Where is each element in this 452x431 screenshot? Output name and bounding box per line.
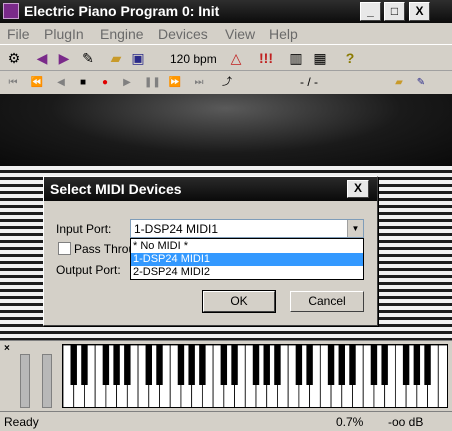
- piano-keyboard[interactable]: [62, 344, 448, 408]
- metronome-icon[interactable]: △: [226, 48, 246, 68]
- black-key[interactable]: [113, 345, 120, 385]
- forward-end-icon[interactable]: ⏭: [192, 75, 206, 91]
- tempo-display[interactable]: 120 bpm: [170, 52, 217, 66]
- black-key[interactable]: [70, 345, 77, 385]
- dialog-close-button[interactable]: X: [347, 180, 369, 198]
- black-key[interactable]: [199, 345, 206, 385]
- dropdown-option-selected[interactable]: 1-DSP24 MIDI1: [131, 253, 363, 266]
- keyboard-icon[interactable]: ▥: [286, 48, 306, 68]
- keyboard-area: ×: [0, 340, 452, 411]
- dialog-title: Select MIDI Devices: [50, 181, 182, 197]
- edit-icon[interactable]: ✎: [78, 48, 98, 68]
- black-key[interactable]: [124, 345, 131, 385]
- cpu-usage: 0.7%: [336, 415, 364, 429]
- black-key[interactable]: [145, 345, 152, 385]
- open-folder-icon[interactable]: ▰: [106, 48, 126, 68]
- black-key[interactable]: [231, 345, 238, 385]
- pitch-wheel[interactable]: [20, 354, 30, 408]
- forward-arrow-icon[interactable]: ▶: [54, 48, 74, 68]
- fast-forward-icon[interactable]: ⏩: [168, 75, 182, 91]
- white-key[interactable]: [437, 345, 448, 408]
- black-key[interactable]: [156, 345, 163, 385]
- app-icon[interactable]: [3, 3, 19, 19]
- loop-icon[interactable]: ⤴: [220, 75, 234, 91]
- output-port-label: Output Port:: [56, 263, 121, 277]
- rewind-icon[interactable]: ⏪: [30, 75, 44, 91]
- black-key[interactable]: [81, 345, 88, 385]
- minimize-button[interactable]: _: [360, 2, 381, 21]
- pass-through-checkbox[interactable]: [58, 242, 71, 255]
- black-key[interactable]: [102, 345, 110, 385]
- piano-lid-graphic: [0, 94, 452, 166]
- black-key[interactable]: [327, 345, 335, 385]
- status-text: Ready: [4, 415, 39, 429]
- window-title: Electric Piano Program 0: Init: [24, 3, 220, 19]
- menu-bar: File PlugIn Engine Devices View Help: [0, 23, 452, 44]
- maximize-button[interactable]: □: [384, 2, 405, 21]
- stop-icon[interactable]: ■: [76, 75, 90, 91]
- close-button[interactable]: X: [409, 2, 430, 21]
- edit-file-icon[interactable]: ✎: [414, 75, 428, 91]
- black-key[interactable]: [252, 345, 260, 385]
- chevron-down-icon[interactable]: ▼: [347, 220, 363, 237]
- open-file-icon[interactable]: ▰: [392, 75, 406, 91]
- title-bar[interactable]: Electric Piano Program 0: Init _ □ X: [0, 0, 452, 23]
- black-key[interactable]: [295, 345, 303, 385]
- black-key[interactable]: [306, 345, 313, 385]
- menu-plugin[interactable]: PlugIn: [44, 26, 84, 42]
- black-key[interactable]: [177, 345, 185, 385]
- black-key[interactable]: [188, 345, 195, 385]
- pass-through-label: Pass Throu: [74, 242, 136, 256]
- dialog-title-bar[interactable]: Select MIDI Devices X: [44, 177, 377, 201]
- black-key[interactable]: [424, 345, 431, 385]
- menu-engine[interactable]: Engine: [100, 26, 144, 42]
- black-key[interactable]: [274, 345, 281, 385]
- cancel-button[interactable]: Cancel: [290, 291, 364, 312]
- black-key[interactable]: [413, 345, 421, 385]
- black-key[interactable]: [381, 345, 388, 385]
- mod-wheel[interactable]: [42, 354, 52, 408]
- back-arrow-icon[interactable]: ◀: [32, 48, 52, 68]
- close-keyboard-icon[interactable]: ×: [4, 343, 10, 354]
- step-back-icon[interactable]: ◀: [54, 75, 68, 91]
- black-key[interactable]: [263, 345, 270, 385]
- menu-file[interactable]: File: [7, 26, 30, 42]
- menu-help[interactable]: Help: [269, 26, 298, 42]
- transport-bar: ⏮ ⏪ ◀ ■ ● ▶ ❚❚ ⏩ ⏭ ⤴ - / - ▰ ✎: [0, 70, 452, 94]
- panic-icon[interactable]: !!!: [256, 48, 276, 68]
- black-key[interactable]: [370, 345, 378, 385]
- input-port-value: 1-DSP24 MIDI1: [134, 222, 219, 236]
- output-level: -oo dB: [388, 415, 424, 429]
- black-key[interactable]: [220, 345, 228, 385]
- black-key[interactable]: [402, 345, 410, 385]
- rewind-start-icon[interactable]: ⏮: [6, 75, 20, 91]
- settings-icon[interactable]: ⚙: [4, 48, 24, 68]
- ok-button[interactable]: OK: [202, 290, 276, 313]
- menu-view[interactable]: View: [225, 26, 255, 42]
- status-bar: Ready 0.7% -oo dB: [0, 411, 452, 431]
- input-port-label: Input Port:: [56, 222, 112, 236]
- edit-keyboard-icon[interactable]: ▦: [310, 48, 330, 68]
- record-icon[interactable]: ●: [98, 75, 112, 91]
- input-port-select[interactable]: 1-DSP24 MIDI1 ▼: [130, 219, 364, 238]
- black-key[interactable]: [349, 345, 356, 385]
- toolbar: ⚙ ◀ ▶ ✎ ▰ ▣ 120 bpm △ !!! ▥ ▦ ?: [0, 44, 452, 70]
- dropdown-option[interactable]: 2-DSP24 MIDI2: [131, 266, 363, 279]
- menu-devices[interactable]: Devices: [158, 26, 208, 42]
- black-key[interactable]: [338, 345, 345, 385]
- input-port-dropdown-list: * No MIDI * 1-DSP24 MIDI1 2-DSP24 MIDI2: [130, 238, 364, 280]
- play-icon[interactable]: ▶: [120, 75, 134, 91]
- save-icon[interactable]: ▣: [128, 48, 148, 68]
- dropdown-option[interactable]: * No MIDI *: [131, 240, 363, 253]
- position-display: - / -: [300, 75, 318, 89]
- select-midi-devices-dialog: Select MIDI Devices X Input Port: 1-DSP2…: [43, 176, 378, 326]
- pause-icon[interactable]: ❚❚: [144, 75, 161, 91]
- help-icon[interactable]: ?: [340, 48, 360, 68]
